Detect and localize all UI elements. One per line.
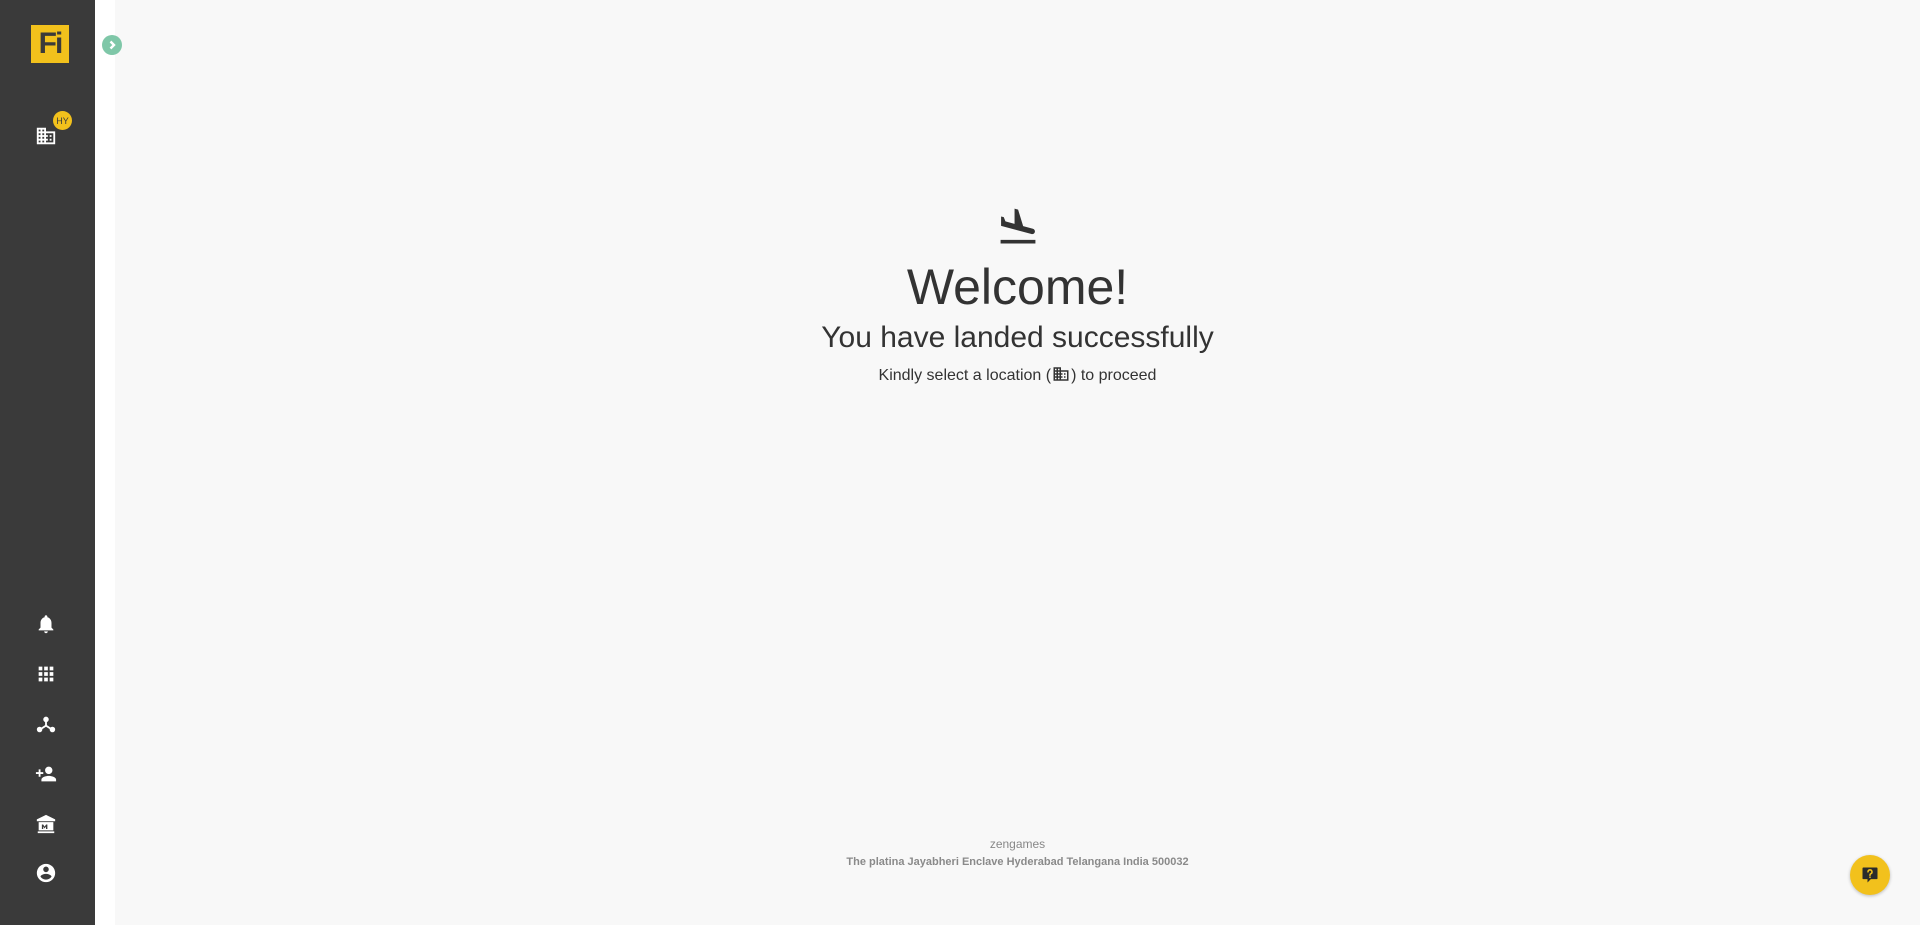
welcome-panel: Welcome! You have landed successfully Ki… <box>115 205 1920 387</box>
footer-company: zengames <box>989 837 1046 851</box>
bank-icon[interactable] <box>34 812 58 836</box>
welcome-subtitle: You have landed successfully <box>821 321 1214 354</box>
chevron-right-icon <box>109 40 116 50</box>
help-chat-icon <box>1862 867 1878 883</box>
expand-sidebar-button[interactable] <box>102 35 122 55</box>
location-badge: HY <box>53 111 72 130</box>
drawer-strip <box>95 0 115 925</box>
network-icon[interactable] <box>34 712 58 736</box>
location-instruction: Kindly select a location ( ) to proceed <box>115 365 1920 387</box>
building-icon[interactable] <box>34 124 58 148</box>
app-logo[interactable]: Fi <box>31 25 69 63</box>
apps-grid-icon[interactable] <box>34 662 58 686</box>
add-user-icon[interactable] <box>34 762 58 786</box>
building-icon <box>1051 365 1071 383</box>
flight-land-icon <box>996 205 1040 249</box>
welcome-title: Welcome! <box>906 259 1129 315</box>
instruction-prefix: Kindly select a location ( <box>878 367 1052 384</box>
account-circle-icon[interactable] <box>34 861 58 885</box>
footer-address: The platina Jayabheri Enclave Hyderabad … <box>846 856 1189 868</box>
bell-icon[interactable] <box>34 612 58 636</box>
help-button[interactable] <box>1850 855 1890 895</box>
footer: zengames The platina Jayabheri Enclave H… <box>115 836 1920 870</box>
sidebar: Fi HY <box>0 0 95 925</box>
instruction-suffix: ) to proceed <box>1071 367 1157 384</box>
